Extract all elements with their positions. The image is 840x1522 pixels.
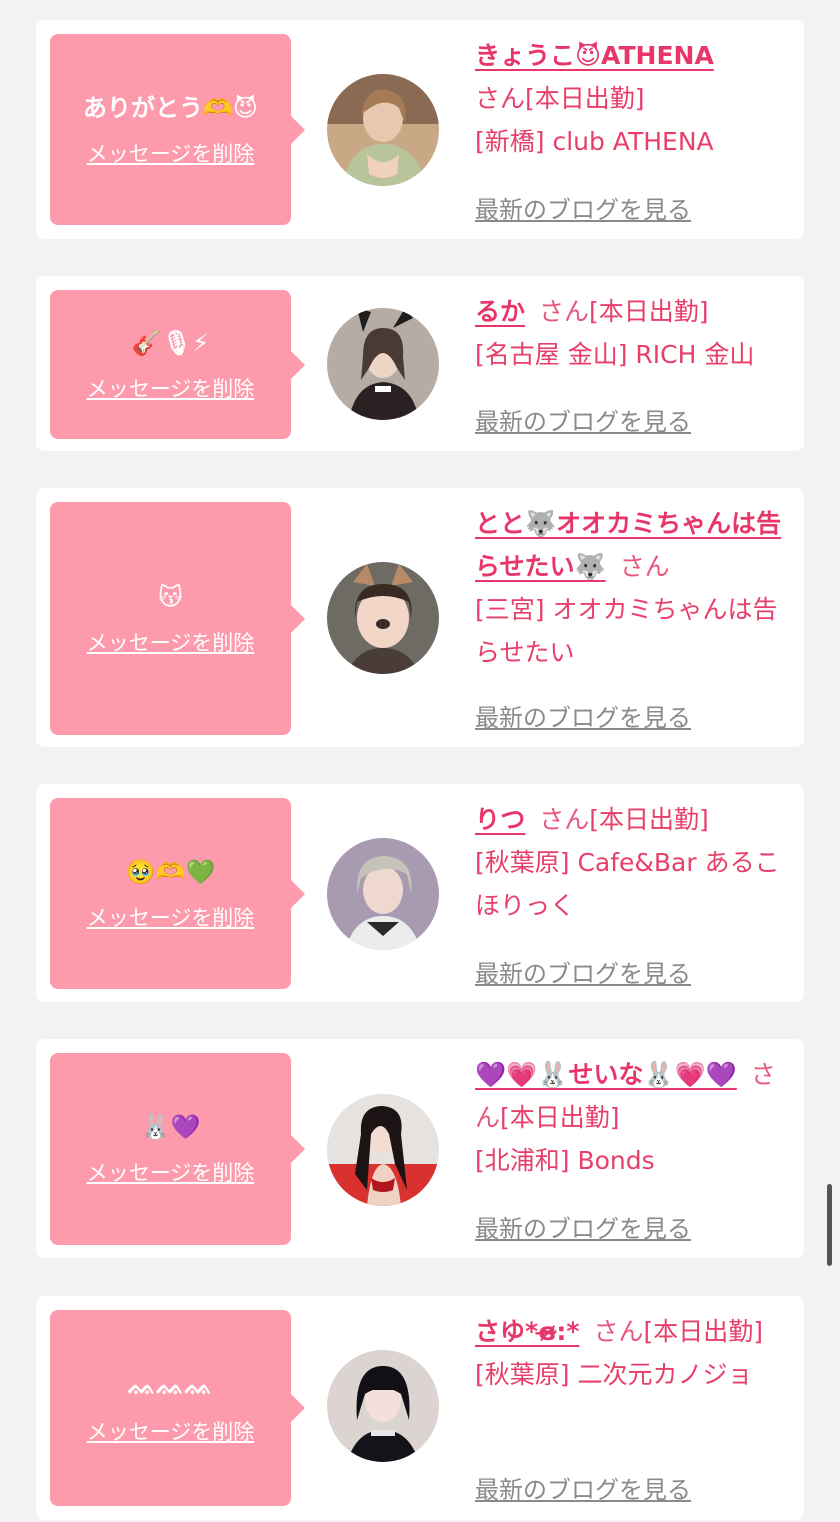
cast-name-link[interactable]: りつ xyxy=(475,805,525,834)
list-item: 🎸🎙⚡ メッセージを削除 るか さん[本日出勤] [名古屋 金山] RICH 金山… xyxy=(36,276,804,451)
avatar-photo xyxy=(327,74,439,186)
shop-label: [秋葉原] 二次元カノジョ xyxy=(475,1360,753,1389)
message-text: 🐰💜 xyxy=(140,1113,201,1141)
scrollbar[interactable] xyxy=(827,1184,832,1266)
message-text: 🎸🎙⚡ xyxy=(131,328,210,357)
avatar[interactable] xyxy=(327,1350,439,1462)
delete-message-link[interactable]: メッセージを削除 xyxy=(87,1416,255,1446)
shop-label: [名古屋 金山] RICH 金山 xyxy=(475,340,755,369)
avatar[interactable] xyxy=(327,562,439,674)
attendance-status: [本日出勤] xyxy=(589,297,709,326)
list-item: 😽 メッセージを削除 とと🐺オオカミちゃんは告らせたい🐺 さん [三宮] オオカミ… xyxy=(36,488,804,747)
cast-info: きょうこ😈ATHENA さん[本日出勤] [新橋] club ATHENA xyxy=(475,34,797,163)
message-text: ありがとう🫶😈 xyxy=(83,93,258,122)
avatar-photo xyxy=(327,562,439,674)
list-item: 🥹🫶💚 メッセージを削除 りつ さん[本日出勤] [秋葉原] Cafe&Bar あ… xyxy=(36,784,804,1002)
avatar-photo xyxy=(327,308,439,420)
message-text: ᨐᨐᨐ xyxy=(128,1372,213,1400)
avatar[interactable] xyxy=(327,1094,439,1206)
avatar[interactable] xyxy=(327,74,439,186)
cast-name-link[interactable]: さゆ*ɞ̴̶̷:* xyxy=(475,1317,579,1346)
san-label: さん xyxy=(539,805,590,834)
cast-info: さゆ*ɞ̴̶̷:* さん[本日出勤] [秋葉原] 二次元カノジョ xyxy=(475,1310,797,1396)
attendance-status: [本日出勤] xyxy=(643,1317,763,1346)
latest-blog-link[interactable]: 最新のブログを見る xyxy=(475,1209,691,1244)
attendance-status: [本日出勤] xyxy=(525,84,645,113)
shop-label: [三宮] オオカミちゃんは告らせたい xyxy=(475,595,778,667)
avatar-photo xyxy=(327,1094,439,1206)
message-bubble: 🐰💜 メッセージを削除 xyxy=(50,1053,305,1245)
list-item: 🐰💜 メッセージを削除 💜💗🐰せいな🐰💗💜 さん[本日出勤] [北浦和] Bond… xyxy=(36,1039,804,1258)
latest-blog-link[interactable]: 最新のブログを見る xyxy=(475,1470,691,1505)
san-label: さん xyxy=(593,1317,644,1346)
attendance-status: [本日出勤] xyxy=(500,1103,620,1132)
message-bubble: ありがとう🫶😈 メッセージを削除 xyxy=(50,34,305,225)
latest-blog-link[interactable]: 最新のブログを見る xyxy=(475,190,691,225)
latest-blog-link[interactable]: 最新のブログを見る xyxy=(475,698,691,733)
delete-message-link[interactable]: メッセージを削除 xyxy=(87,373,255,403)
avatar-photo xyxy=(327,1350,439,1462)
message-bubble: 🎸🎙⚡ メッセージを削除 xyxy=(50,290,305,439)
message-bubble: 😽 メッセージを削除 xyxy=(50,502,305,735)
attendance-status: [本日出勤] xyxy=(589,805,709,834)
delete-message-link[interactable]: メッセージを削除 xyxy=(87,1157,255,1187)
cast-info: りつ さん[本日出勤] [秋葉原] Cafe&Bar あるこほりっく xyxy=(475,798,797,927)
list-item: ありがとう🫶😈 メッセージを削除 きょうこ😈ATHENA さん[本日出勤] [新… xyxy=(36,20,804,239)
cast-name-link[interactable]: きょうこ😈ATHENA xyxy=(475,41,714,70)
delete-message-link[interactable]: メッセージを削除 xyxy=(87,138,255,168)
cast-info: るか さん[本日出勤] [名古屋 金山] RICH 金山 xyxy=(475,290,797,376)
avatar[interactable] xyxy=(327,838,439,950)
cast-name-link[interactable]: 💜💗🐰せいな🐰💗💜 xyxy=(475,1060,737,1089)
cast-info: 💜💗🐰せいな🐰💗💜 さん[本日出勤] [北浦和] Bonds xyxy=(475,1053,797,1182)
message-text: 😽 xyxy=(157,582,184,611)
message-text: 🥹🫶💚 xyxy=(125,857,216,886)
shop-label: [新橋] club ATHENA xyxy=(475,127,714,156)
latest-blog-link[interactable]: 最新のブログを見る xyxy=(475,402,691,437)
avatar-photo xyxy=(327,838,439,950)
delete-message-link[interactable]: メッセージを削除 xyxy=(87,902,255,932)
delete-message-link[interactable]: メッセージを削除 xyxy=(87,627,255,657)
shop-label: [秋葉原] Cafe&Bar あるこほりっく xyxy=(475,848,780,920)
latest-blog-link[interactable]: 最新のブログを見る xyxy=(475,954,691,989)
san-label: さん xyxy=(539,297,590,326)
message-bubble: 🥹🫶💚 メッセージを削除 xyxy=(50,798,305,989)
san-label: さん xyxy=(475,84,526,113)
cast-info: とと🐺オオカミちゃんは告らせたい🐺 さん [三宮] オオカミちゃんは告らせたい xyxy=(475,502,797,674)
san-label: さん xyxy=(619,552,670,581)
cast-name-link[interactable]: るか xyxy=(475,297,525,326)
list-item: ᨐᨐᨐ メッセージを削除 さゆ*ɞ̴̶̷:* さん[本日出勤] [秋葉原] 二次元… xyxy=(36,1296,804,1520)
shop-label: [北浦和] Bonds xyxy=(475,1146,655,1175)
avatar[interactable] xyxy=(327,308,439,420)
message-bubble: ᨐᨐᨐ メッセージを削除 xyxy=(50,1310,305,1506)
